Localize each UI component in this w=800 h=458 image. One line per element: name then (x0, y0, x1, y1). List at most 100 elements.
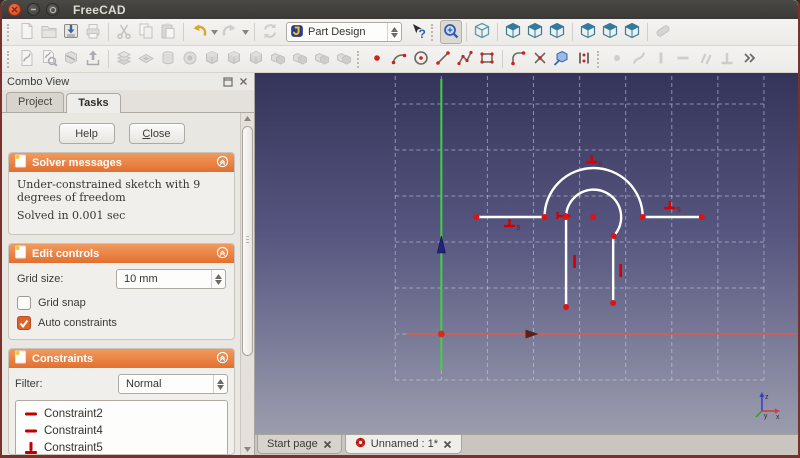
map-sketch-button[interactable] (60, 47, 82, 71)
view-right-button[interactable] (546, 20, 568, 44)
toolbar-handle[interactable] (7, 50, 12, 68)
open-file-button[interactable] (38, 20, 60, 44)
whats-this-button[interactable]: ? (407, 20, 429, 44)
create-arc-button[interactable] (388, 47, 410, 71)
dropdown-caret-icon[interactable] (210, 29, 219, 35)
window-maximize-button[interactable] (46, 3, 59, 16)
create-circle-button[interactable] (410, 47, 432, 71)
sketch-point[interactable] (563, 214, 570, 220)
title-bar[interactable]: FreeCAD (2, 0, 798, 19)
sketch-point[interactable] (610, 233, 617, 239)
sketch-canvas[interactable]: 6 5 5 z x y (255, 73, 798, 434)
sketch-point[interactable] (590, 214, 597, 220)
workbench-selector[interactable]: Part Design (286, 22, 402, 42)
create-point-button[interactable] (366, 47, 388, 71)
scrollbar-track[interactable] (241, 124, 254, 444)
symmetry-button[interactable] (573, 47, 595, 71)
redo-button[interactable] (219, 20, 241, 44)
view-top-button[interactable] (524, 20, 546, 44)
constraint-perpendicular-button[interactable] (716, 47, 738, 71)
toolbar-handle[interactable] (597, 50, 602, 68)
copy-button[interactable] (135, 20, 157, 44)
3d-viewport[interactable]: 6 5 5 z x y (255, 73, 798, 434)
toolbar-overflow-button[interactable] (738, 47, 760, 71)
sketch-outer-arc[interactable] (543, 166, 644, 219)
sketch-point[interactable] (563, 304, 570, 310)
draft-button[interactable] (245, 47, 267, 71)
grid-snap-checkbox[interactable] (17, 296, 31, 310)
pocket-button[interactable] (135, 47, 157, 71)
solver-messages-header[interactable]: Solver messages (9, 153, 234, 172)
boolean-union-button[interactable] (267, 47, 289, 71)
combo-spin-arrows-icon[interactable] (387, 23, 401, 41)
boolean-common-button[interactable] (289, 47, 311, 71)
print-button[interactable] (82, 20, 104, 44)
view-axonometric-button[interactable] (471, 20, 493, 44)
edit-sketch-button[interactable] (38, 47, 60, 71)
spin-arrows-icon[interactable] (211, 270, 225, 288)
window-close-button[interactable] (8, 3, 21, 16)
trim-edge-button[interactable] (529, 47, 551, 71)
spin-arrows-icon[interactable] (213, 375, 227, 393)
tab-project[interactable]: Project (6, 92, 65, 112)
dropdown-caret-icon[interactable] (241, 29, 250, 35)
window-minimize-button[interactable] (27, 3, 40, 16)
chamfer-button[interactable] (223, 47, 245, 71)
constraint-list-item[interactable]: Constraint4 (22, 422, 227, 439)
origin-point[interactable] (437, 330, 445, 338)
constraint-vertical-button[interactable] (650, 47, 672, 71)
filter-combobox[interactable]: Normal (118, 374, 228, 394)
collapse-icon[interactable] (216, 246, 229, 262)
groove-button[interactable] (179, 47, 201, 71)
sketch-point[interactable] (610, 300, 617, 306)
sketch-point[interactable] (639, 214, 646, 220)
dock-close-icon[interactable] (237, 76, 249, 88)
tab-close-icon[interactable] (323, 440, 332, 449)
measure-distance-button[interactable] (652, 20, 674, 44)
paste-button[interactable] (157, 20, 179, 44)
grid-size-spinbox[interactable]: 10 mm (116, 269, 226, 289)
boolean-section-button[interactable] (333, 47, 355, 71)
mdi-tab-start-page[interactable]: Start page (257, 435, 342, 454)
constraint-list-item[interactable]: Constraint2 (22, 405, 227, 422)
constraint-point-on-object-button[interactable] (628, 47, 650, 71)
revolution-button[interactable] (157, 47, 179, 71)
create-rectangle-button[interactable] (476, 47, 498, 71)
sketch-point[interactable] (541, 214, 548, 220)
constraint-coincident-button[interactable] (606, 47, 628, 71)
collapse-icon[interactable] (216, 351, 229, 367)
help-button[interactable]: Help (58, 123, 115, 144)
toolbar-handle[interactable] (431, 23, 436, 41)
auto-constraints-checkbox[interactable] (17, 316, 31, 330)
task-panel-scrollbar[interactable] (240, 113, 254, 455)
dock-float-icon[interactable] (222, 76, 234, 88)
create-line-button[interactable] (432, 47, 454, 71)
tab-close-icon[interactable] (443, 440, 452, 449)
scroll-up-icon[interactable] (241, 113, 254, 124)
view-bottom-button[interactable] (599, 20, 621, 44)
constraint-horizontal-button[interactable] (672, 47, 694, 71)
fillet-button[interactable] (201, 47, 223, 71)
sketch-inner-arc[interactable] (564, 188, 623, 238)
scrollbar-thumb[interactable] (242, 126, 253, 357)
undo-button[interactable] (188, 20, 210, 44)
view-front-button[interactable] (502, 20, 524, 44)
tab-tasks[interactable]: Tasks (66, 93, 121, 113)
leave-sketch-button[interactable] (82, 47, 104, 71)
collapse-icon[interactable] (216, 155, 229, 171)
mdi-tab-unnamed-1-[interactable]: Unnamed : 1* (344, 435, 463, 454)
constraint-parallel-button[interactable] (694, 47, 716, 71)
constraint-list-item[interactable]: Constraint5 (22, 439, 227, 454)
refresh-button[interactable] (259, 20, 281, 44)
toolbar-handle[interactable] (357, 50, 362, 68)
view-left-button[interactable] (621, 20, 643, 44)
boolean-cut-button[interactable] (311, 47, 333, 71)
create-polyline-button[interactable] (454, 47, 476, 71)
view-fit-all-button[interactable] (440, 20, 462, 44)
create-sketch-button[interactable] (16, 47, 38, 71)
sketch-point[interactable] (698, 214, 705, 220)
pad-button[interactable] (113, 47, 135, 71)
scroll-down-icon[interactable] (241, 444, 254, 455)
toolbar-handle[interactable] (7, 23, 12, 41)
constraint-list[interactable]: Constraint2Constraint4Constraint5Constra… (15, 400, 228, 454)
